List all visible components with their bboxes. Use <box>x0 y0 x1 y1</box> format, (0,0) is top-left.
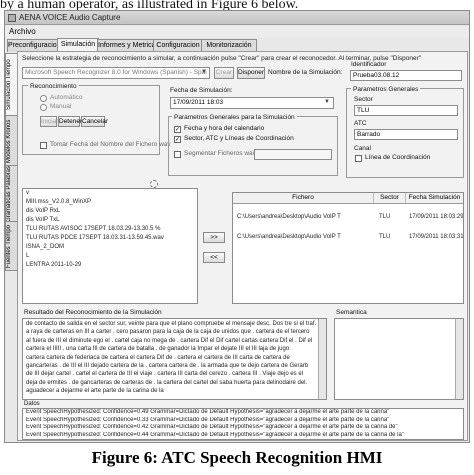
radio-automatico-label: Automático <box>50 94 83 101</box>
engine-select-value: Microsoft Speech Recognizer 8.0 for Wind… <box>25 69 207 76</box>
column-header-sector[interactable]: Sector <box>373 193 405 204</box>
crear-button[interactable]: Crear <box>214 67 234 79</box>
segmentar-label: Segmentar Ficheros wav <box>184 150 256 157</box>
tomar-fecha-label: Tomar Fecha del Nombre del Fichero wav <box>50 141 171 148</box>
app-window: AENA VOICE Audio Capture Archivo Preconf… <box>4 10 470 443</box>
resultado-line: cartera el IIIII . una carta III de cart… <box>26 346 290 353</box>
resultado-title: Resultado del Reconocimiento de la Simul… <box>24 309 162 316</box>
log-line: Event SpeechHypothesized: Confidence=0.4… <box>26 424 398 431</box>
tab-simulacion[interactable]: Simulación <box>57 38 99 52</box>
column-header-fichero[interactable]: Fichero <box>233 193 373 204</box>
canal-label: Canal <box>354 145 371 152</box>
linea-coordinacion-checkbox[interactable] <box>355 155 362 162</box>
resultado-line: de contacto de salida en el sector sur, … <box>26 321 316 327</box>
tomar-fecha-checkbox[interactable] <box>40 142 47 149</box>
log-line: Event SpeechHypothesized: Confidence=0.4… <box>26 409 390 415</box>
table-cell-sector[interactable]: TLU <box>379 233 403 242</box>
simulation-panel: Seleccione la estrategia de reconocimien… <box>17 51 468 441</box>
list-item[interactable]: LENTRA 2011-10-29 <box>23 261 197 270</box>
list-item[interactable]: L <box>23 252 197 261</box>
title-bar: AENA VOICE Audio Capture <box>5 11 469 25</box>
calendar-dropdown-icon[interactable]: ▼ <box>323 99 331 107</box>
log-title: Datos <box>24 401 40 407</box>
disponer-button[interactable]: Disponer <box>237 67 265 79</box>
list-item[interactable]: MIII.mss_V2.0.8_WinXP <box>23 198 197 207</box>
sector-label: Sector <box>354 96 373 103</box>
radio-automatico[interactable] <box>40 95 47 102</box>
resultado-line: gancarteras . de III el III dejado carte… <box>26 363 309 370</box>
sector-field[interactable]: TLU <box>354 105 458 116</box>
instruction-text: Seleccione la estrategia de reconocimien… <box>22 55 422 62</box>
list-item[interactable]: TLU RUTAS AVISOC 17SEPT 18.03.29-13.30.5… <box>23 225 197 234</box>
fecha-value: 17/09/2011 18:03 <box>173 99 224 106</box>
log-line: Event SpeechHypothesized: Confidence=0.3… <box>26 416 390 423</box>
main-tabs: Preconfiguracion Simulación Informes y M… <box>7 38 467 52</box>
atc-label: ATC <box>354 120 367 127</box>
menu-archivo[interactable]: Archivo <box>9 27 36 36</box>
source-file-list[interactable]: v MIII.mss_V2.0.8_WinXP dis VoIP RxL dis… <box>22 188 198 304</box>
semantica-title: Semantica <box>336 309 367 316</box>
identificador-label: Identificador <box>351 61 387 68</box>
semantica-scrollbar[interactable] <box>455 319 463 399</box>
fecha-field[interactable]: 17/09/2011 18:03 <box>170 97 334 109</box>
cancelar-button[interactable]: Cancelar <box>81 116 108 127</box>
segmentar-checkbox[interactable] <box>174 151 181 158</box>
table-cell-fecha[interactable]: 17/09/2011 18:03:31 <box>409 233 463 242</box>
list-item[interactable]: dis VoIP TxL <box>23 216 197 225</box>
table-cell-fecha[interactable]: 17/09/2011 18:03:29 <box>409 213 463 222</box>
detener-button[interactable]: Detener <box>58 116 82 127</box>
list-item[interactable]: TLU RUTAS PDCE 17SEPT 18.03.31-13.59.45.… <box>23 234 197 243</box>
resultado-line: deja de ermites . de gancarteras de cart… <box>26 379 308 386</box>
segmentar-field[interactable] <box>254 149 332 160</box>
parametros-generales-title: Parametros Generales <box>351 86 421 93</box>
linea-coordinacion-label: Línea de Coordinación <box>365 154 431 161</box>
atc-field[interactable]: Barrado <box>354 129 458 140</box>
table-cell-fichero[interactable]: C:\Users\andrea\Desktop\Audio VoIP T <box>237 213 369 222</box>
column-header-fecha[interactable]: Fecha Simulación <box>405 193 463 204</box>
resultado-line: aguadecer a dejarme el arte parte de la … <box>26 388 164 395</box>
resultado-line: a raya de carteras en III a carter . cer… <box>26 329 310 336</box>
chevron-down-icon: ▼ <box>201 69 207 75</box>
parametros-simulacion-title: Parametros Generales para la Simulación <box>172 114 297 121</box>
resultado-text[interactable]: de contacto de salida en el sector sur, … <box>22 318 327 400</box>
semantica-text[interactable] <box>334 318 464 400</box>
table-cell-fichero[interactable]: C:\Users\andrea\Desktop\Audio VoIP T <box>237 233 369 242</box>
table-cell-sector[interactable]: TLU <box>379 213 403 222</box>
window-title: AENA VOICE Audio Capture <box>19 13 121 22</box>
app-icon <box>8 14 16 22</box>
resultado-scrollbar[interactable] <box>318 319 326 399</box>
fecha-hora-checkbox[interactable]: ✓ <box>174 126 181 133</box>
fecha-hora-label: Fecha y hora del calendario <box>184 125 265 132</box>
remove-file-button[interactable]: << <box>203 252 225 263</box>
engine-select[interactable]: Microsoft Speech Recognizer 8.0 for Wind… <box>22 67 210 79</box>
list-item[interactable]: dis VoIP RxL <box>23 207 197 216</box>
list-item[interactable]: v <box>23 189 197 198</box>
reconocimiento-title: Reconocimiento <box>28 83 79 90</box>
loading-icon <box>150 180 158 188</box>
nombre-label: Nombre de la Simulación: <box>268 69 343 76</box>
files-table: Fichero Sector Fecha Simulación C:\Users… <box>232 192 464 304</box>
sector-atc-checkbox[interactable]: ✓ <box>174 136 181 143</box>
log-line: Event SpeechHypothesized: Confidence=0.4… <box>26 431 404 438</box>
sector-atc-label: Sector, ATC y Líneas de Coordinación <box>184 135 294 142</box>
resultado-line: cartera cartera de federiaca de cartera … <box>26 354 290 361</box>
radio-manual-label: Manual <box>50 103 72 110</box>
resultado-line: de III dejar cartel . cartel el cartera … <box>26 371 304 378</box>
radio-manual[interactable] <box>40 104 47 111</box>
event-log[interactable]: Event SpeechHypothesized: Confidence=0.4… <box>22 408 464 440</box>
figure-caption: Figure 6: ATC Speech Recognition HMI <box>91 448 383 467</box>
identificador-field[interactable]: Prueba03.08.12 <box>350 70 462 81</box>
menu-bar: Archivo <box>5 26 469 38</box>
resultado-line: al fuera de III el diminute ego el . car… <box>26 337 313 344</box>
list-item[interactable]: ISNA_2_DOM <box>23 243 197 252</box>
fecha-label: Fecha de Simulación: <box>170 87 233 94</box>
add-file-button[interactable]: >> <box>203 232 225 243</box>
iniciar-button[interactable]: Iniciar <box>40 116 58 127</box>
